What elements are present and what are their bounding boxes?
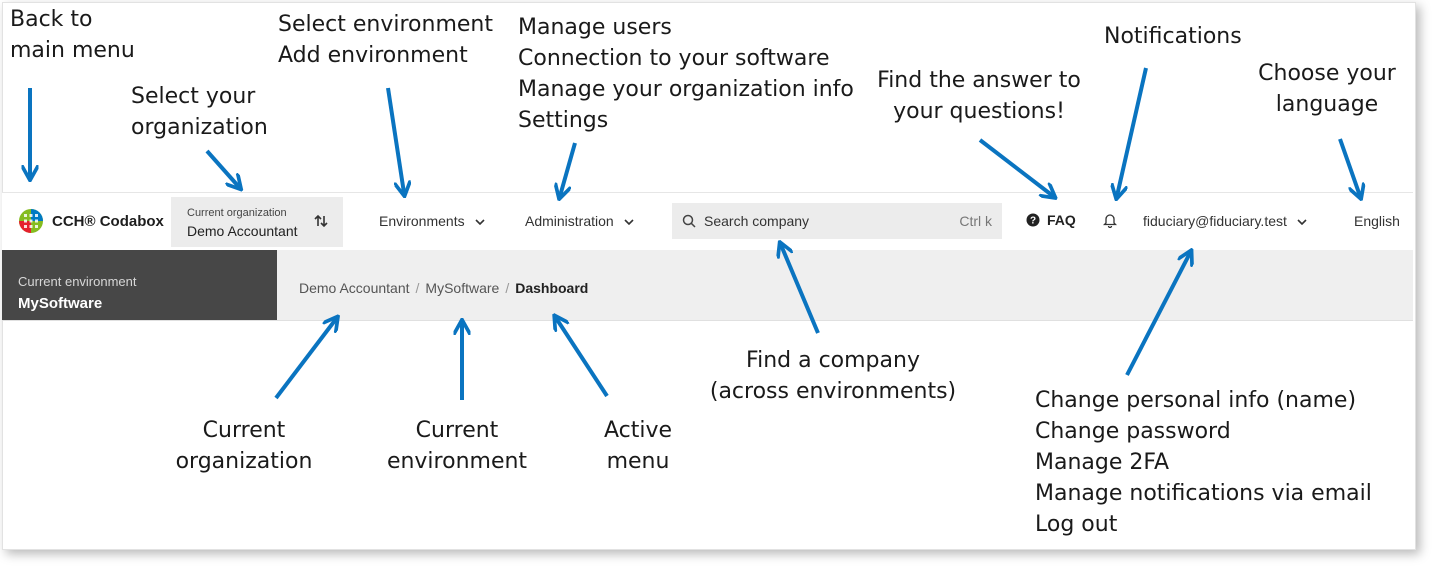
org-caption: Current organization (187, 207, 287, 219)
faq-label: FAQ (1047, 212, 1076, 228)
breadcrumb-environment[interactable]: MySoftware (425, 280, 499, 296)
env-caption: Current environment (18, 274, 137, 289)
annotation-back-to-main-menu: Back to main menu (10, 7, 135, 63)
chevron-down-icon (1297, 219, 1307, 226)
bell-icon[interactable] (1103, 212, 1117, 228)
annotation-user-menu: Change personal info (name) Change passw… (1035, 388, 1372, 537)
user-email: fiduciary@fiduciary.test (1143, 213, 1287, 229)
chevron-down-icon (624, 219, 634, 226)
language-selector[interactable]: English (1354, 213, 1400, 229)
chevron-down-icon (475, 219, 485, 226)
administration-menu[interactable]: Administration (525, 213, 634, 229)
annotation-notifications: Notifications (1104, 24, 1242, 49)
env-name: MySoftware (18, 295, 103, 312)
current-environment-box: Current environment MySoftware (2, 250, 277, 320)
top-nav-bar: CCH® Codabox Current organization Demo A… (2, 192, 1413, 250)
breadcrumb-organization[interactable]: Demo Accountant (299, 280, 410, 296)
annotation-active-menu: Active menu (603, 418, 673, 474)
annotation-environment: Select environment Add environment (278, 12, 493, 68)
help-circle-icon: ? (1026, 213, 1040, 227)
organization-switcher[interactable]: Current organization Demo Accountant (171, 197, 343, 247)
breadcrumb: Demo Accountant / MySoftware / Dashboard (299, 280, 588, 296)
faq-link[interactable]: ? FAQ (1026, 212, 1076, 228)
codabox-logo-icon[interactable] (18, 208, 44, 234)
environments-label: Environments (379, 213, 465, 229)
annotation-current-organization: Current organization (175, 418, 313, 474)
annotation-current-environment: Current environment (386, 418, 528, 474)
annotation-language: Choose your language (1258, 61, 1396, 117)
annotation-find-company: Find a company (across environments) (709, 348, 957, 404)
search-placeholder: Search company (704, 213, 810, 229)
annotation-faq: Find the answer to your questions! (877, 68, 1081, 124)
svg-text:?: ? (1030, 216, 1036, 227)
search-shortcut: Ctrl k (959, 213, 992, 229)
breadcrumb-separator: / (415, 280, 420, 296)
org-name: Demo Accountant (187, 223, 298, 239)
annotation-select-organization: Select your organization (131, 84, 268, 140)
search-icon (682, 214, 696, 228)
breadcrumb-active-page: Dashboard (515, 280, 589, 296)
administration-label: Administration (525, 213, 614, 229)
search-company-input[interactable]: Search company Ctrl k (672, 203, 1002, 239)
breadcrumb-separator: / (505, 280, 510, 296)
annotation-administration: Manage users Connection to your software… (518, 15, 854, 133)
environments-menu[interactable]: Environments (379, 213, 485, 229)
swap-arrows-icon (314, 214, 328, 228)
user-menu[interactable]: fiduciary@fiduciary.test (1143, 213, 1307, 229)
brand-name[interactable]: CCH® Codabox (52, 213, 164, 230)
environment-bar: Current environment MySoftware Demo Acco… (2, 250, 1413, 321)
